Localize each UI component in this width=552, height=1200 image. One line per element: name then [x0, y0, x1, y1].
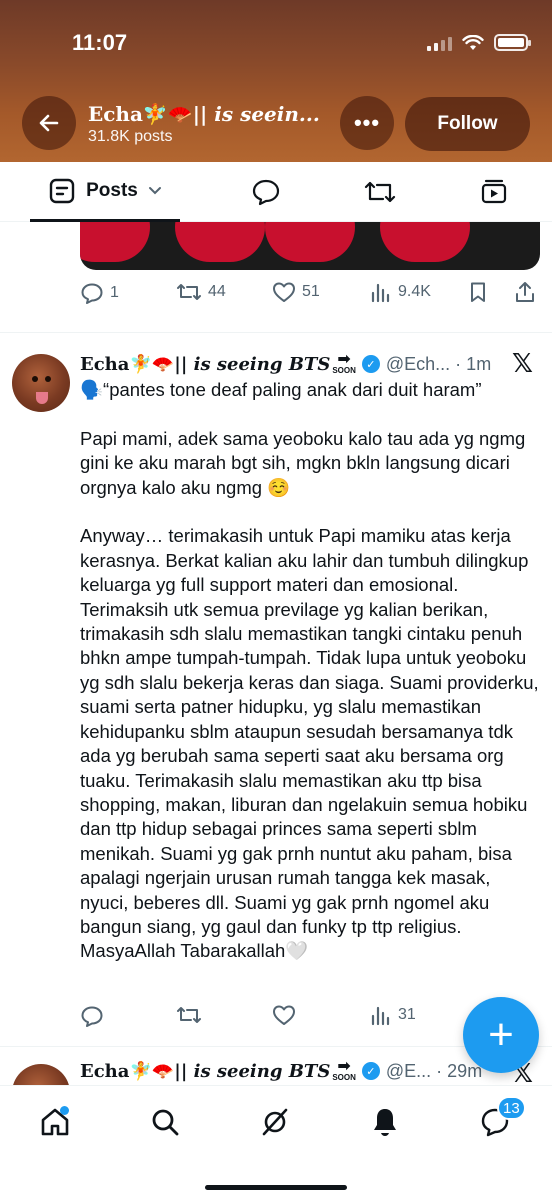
soon-text: SOON — [332, 1073, 356, 1082]
tab-reposts[interactable] — [360, 162, 400, 222]
notifications-icon — [374, 1109, 396, 1136]
profile-name: Echa🧚🪭|| is seein... — [88, 102, 328, 126]
soon-arrow-icon: ➡ SOON — [332, 1058, 356, 1082]
back-button[interactable] — [22, 96, 76, 150]
fairy-emoji: 🧚 — [129, 353, 152, 375]
reply-count: 1 — [110, 284, 119, 301]
home-indicator — [205, 1185, 347, 1190]
fan-emoji: 🪭 — [151, 353, 175, 375]
media-icon — [481, 179, 507, 204]
views-icon — [371, 1006, 390, 1026]
views-icon — [371, 283, 390, 303]
next-tweet-author-name[interactable]: Echa🧚🪭|| is seeing BTS — [80, 1061, 330, 1082]
share-icon — [516, 282, 534, 302]
posts-icon — [49, 178, 75, 203]
author-name-italic: is seeing BTS — [193, 353, 331, 375]
back-arrow-icon — [39, 114, 59, 132]
nav-home[interactable] — [35, 1102, 75, 1142]
search-icon — [152, 1109, 179, 1136]
repost-icon — [177, 1007, 201, 1023]
next-tweet-handle-time: @E... · 29m — [385, 1060, 483, 1081]
profile-name-text: Echa — [88, 102, 143, 126]
author-name-text: Echa — [80, 1060, 130, 1082]
fairy-emoji: 🧚 — [142, 102, 168, 126]
repost-icon — [177, 284, 201, 300]
status-bar: 11:07 — [0, 0, 552, 90]
wifi-icon — [462, 34, 484, 50]
tweet-author-name[interactable]: Echa🧚🪭|| is seeing BTS — [80, 354, 330, 375]
compose-button[interactable]: + — [463, 997, 539, 1073]
home-unread-dot — [60, 1106, 69, 1115]
views-count: 31 — [398, 1006, 416, 1023]
tab-media[interactable] — [474, 162, 514, 222]
grok-icon — [262, 1108, 288, 1136]
repost-icon — [364, 181, 396, 203]
reply-icon — [81, 283, 103, 304]
bookmark-button[interactable] — [468, 281, 488, 303]
name-separator: || — [174, 353, 194, 375]
bottom-nav: 13 — [0, 1085, 552, 1200]
nav-grok[interactable] — [255, 1102, 295, 1142]
chevron-down-icon — [148, 186, 161, 194]
tweet-text: 🗣️“pantes tone deaf paling anak dari dui… — [80, 379, 539, 962]
repost-button[interactable]: 44 — [176, 281, 226, 303]
views-button[interactable]: 31 — [370, 1004, 416, 1026]
messages-badge: 13 — [497, 1096, 526, 1120]
divider — [0, 332, 552, 333]
more-icon: ••• — [353, 110, 381, 135]
fairy-emoji: 🧚 — [129, 1060, 152, 1082]
profile-name-italic: is seein... — [214, 102, 320, 126]
compose-icon: + — [488, 1010, 514, 1059]
name-separator: || — [174, 1060, 194, 1082]
profile-tabs: Posts — [0, 162, 552, 222]
previous-tweet-actions: 1 44 51 9.4K — [80, 279, 540, 309]
fan-emoji: 🪭 — [151, 1060, 175, 1082]
tab-posts-label: Posts — [86, 179, 138, 201]
views-button[interactable]: 9.4K — [370, 281, 431, 303]
x-logo-icon: 𝕏 — [512, 348, 533, 378]
verified-icon: ✓ — [361, 1062, 380, 1080]
bookmark-icon — [471, 282, 485, 302]
tab-replies[interactable] — [246, 162, 286, 222]
previous-tweet-media[interactable] — [80, 222, 540, 270]
reply-button[interactable]: 1 — [80, 281, 119, 305]
tweet-handle-time: @Ech... · 1m — [385, 353, 492, 374]
fan-emoji: 🪭 — [167, 102, 193, 126]
battery-icon — [494, 34, 531, 51]
signal-icon — [427, 35, 452, 51]
repost-count: 44 — [208, 283, 226, 300]
like-count: 51 — [302, 283, 320, 300]
name-separator: || — [192, 102, 215, 126]
share-button[interactable] — [514, 281, 536, 303]
like-button[interactable] — [272, 1004, 296, 1026]
repost-button[interactable] — [176, 1004, 202, 1026]
post-count: 31.8K posts — [88, 128, 173, 145]
soon-text: SOON — [332, 366, 356, 375]
status-icons — [427, 34, 531, 51]
nav-search[interactable] — [145, 1102, 185, 1142]
status-time: 11:07 — [72, 30, 128, 55]
soon-arrow-icon: ➡ SOON — [332, 351, 356, 375]
reply-icon — [252, 179, 280, 206]
nav-messages[interactable]: 13 — [475, 1096, 526, 1142]
profile-header: 11:07 Echa🧚🪭|| is seein... 31.8K posts •… — [0, 0, 552, 162]
follow-button[interactable]: Follow — [405, 97, 530, 151]
verified-icon: ✓ — [361, 355, 380, 373]
reply-icon — [81, 1006, 103, 1027]
like-button[interactable]: 51 — [272, 281, 320, 303]
next-tweet-header: Echa🧚🪭|| is seeing BTS ➡ SOON ✓ @E... · 2… — [80, 1058, 482, 1084]
more-button[interactable]: ••• — [340, 96, 394, 150]
author-name-italic: is seeing BTS — [193, 1060, 331, 1082]
views-count: 9.4K — [398, 283, 431, 300]
nav-notifications[interactable] — [365, 1102, 405, 1142]
author-name-text: Echa — [80, 353, 130, 375]
tab-posts[interactable]: Posts — [30, 162, 180, 222]
heart-icon — [273, 1005, 295, 1025]
tweet-header: Echa🧚🪭|| is seeing BTS ➡ SOON ✓ @Ech... ·… — [80, 351, 491, 377]
heart-icon — [273, 282, 295, 302]
reply-button[interactable] — [80, 1004, 104, 1028]
avatar[interactable] — [12, 354, 70, 412]
